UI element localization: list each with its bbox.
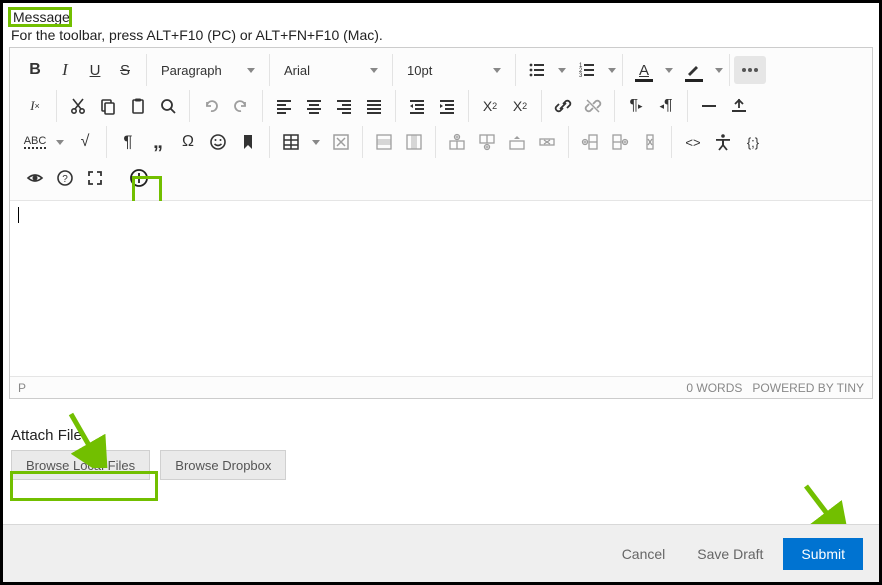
table-row-button[interactable] xyxy=(369,128,399,156)
delete-table-button[interactable] xyxy=(326,128,356,156)
spellcheck-caret[interactable] xyxy=(56,140,64,145)
help-button[interactable]: ? xyxy=(50,164,80,192)
undo-button[interactable] xyxy=(196,92,226,120)
outdent-button[interactable] xyxy=(402,92,432,120)
align-left-button[interactable] xyxy=(269,92,299,120)
font-size-select[interactable]: 10pt xyxy=(399,56,509,84)
text-color-button[interactable]: A xyxy=(629,56,659,84)
table-caret[interactable] xyxy=(312,140,320,145)
highlight-color-button[interactable] xyxy=(679,56,709,84)
bullet-list-caret[interactable] xyxy=(558,68,566,73)
indent-button[interactable] xyxy=(432,92,462,120)
blockquote-button[interactable]: „ xyxy=(143,128,173,156)
text-cursor xyxy=(18,207,19,223)
redo-button[interactable] xyxy=(226,92,256,120)
insert-row-above-button[interactable] xyxy=(442,128,472,156)
paragraph-select[interactable]: Paragraph xyxy=(153,56,263,84)
word-count: 0 WORDS xyxy=(686,381,742,395)
spellcheck-button[interactable]: ABC xyxy=(20,128,50,156)
insert-row-below-button[interactable] xyxy=(472,128,502,156)
align-right-button[interactable] xyxy=(329,92,359,120)
toolbar-hint: For the toolbar, press ALT+F10 (PC) or A… xyxy=(3,25,879,47)
subscript-button[interactable]: X2 xyxy=(505,92,535,120)
font-family-label: Arial xyxy=(284,63,310,78)
browse-local-files-button[interactable]: Browse Local Files xyxy=(11,450,150,480)
align-justify-button[interactable] xyxy=(359,92,389,120)
text-color-caret[interactable] xyxy=(665,68,673,73)
formula-button[interactable]: √ xyxy=(70,128,100,156)
strikethrough-button[interactable]: S xyxy=(110,56,140,84)
highlight-color-caret[interactable] xyxy=(715,68,723,73)
add-content-button[interactable] xyxy=(124,164,154,192)
hr-button[interactable] xyxy=(694,92,724,120)
italic-button[interactable]: I xyxy=(50,56,80,84)
editor-textarea[interactable] xyxy=(10,201,872,376)
preview-button[interactable] xyxy=(20,164,50,192)
element-path: P xyxy=(18,381,26,395)
code-block-button[interactable]: {;} xyxy=(738,128,768,156)
insert-col-left-button[interactable] xyxy=(575,128,605,156)
emoji-button[interactable] xyxy=(203,128,233,156)
number-list-button[interactable]: 123 xyxy=(572,56,602,84)
clear-format-button[interactable]: I× xyxy=(20,92,50,120)
find-button[interactable] xyxy=(153,92,183,120)
bookmark-button[interactable] xyxy=(233,128,263,156)
unlink-button[interactable] xyxy=(578,92,608,120)
superscript-button[interactable]: X2 xyxy=(475,92,505,120)
code-button[interactable]: <> xyxy=(678,128,708,156)
fullscreen-button[interactable] xyxy=(80,164,110,192)
align-center-button[interactable] xyxy=(299,92,329,120)
cancel-button[interactable]: Cancel xyxy=(610,538,678,570)
delete-col-button[interactable] xyxy=(635,128,665,156)
paste-button[interactable] xyxy=(123,92,153,120)
more-button[interactable] xyxy=(734,56,766,84)
copy-button[interactable] xyxy=(93,92,123,120)
powered-by: POWERED BY TINY xyxy=(752,381,864,395)
message-label: Message xyxy=(9,7,74,27)
table-col-button[interactable] xyxy=(399,128,429,156)
insert-col-right-button[interactable] xyxy=(605,128,635,156)
bold-button[interactable]: B xyxy=(20,56,50,84)
number-list-caret[interactable] xyxy=(608,68,616,73)
attach-file-label: Attach File xyxy=(11,427,871,444)
browse-dropbox-button[interactable]: Browse Dropbox xyxy=(160,450,286,480)
submit-button[interactable]: Submit xyxy=(783,538,863,570)
bullet-list-button[interactable] xyxy=(522,56,552,84)
ltr-button[interactable]: ¶▸ xyxy=(621,92,651,120)
cut-button[interactable] xyxy=(63,92,93,120)
svg-text:3: 3 xyxy=(579,73,583,79)
link-button[interactable] xyxy=(548,92,578,120)
special-char-button[interactable]: Ω xyxy=(173,128,203,156)
table-button[interactable] xyxy=(276,128,306,156)
insert-file-button[interactable] xyxy=(724,92,754,120)
font-size-label: 10pt xyxy=(407,63,432,78)
accessibility-button[interactable] xyxy=(708,128,738,156)
save-draft-button[interactable]: Save Draft xyxy=(685,538,775,570)
footer-bar: Cancel Save Draft Submit xyxy=(3,524,879,582)
svg-text:?: ? xyxy=(62,174,68,185)
rich-text-editor: B I U S Paragraph Arial 1 xyxy=(9,47,873,399)
move-row-up-button[interactable] xyxy=(502,128,532,156)
paragraph-select-label: Paragraph xyxy=(161,63,222,78)
rtl-button[interactable]: ◂¶ xyxy=(651,92,681,120)
editor-statusbar: P 0 WORDS POWERED BY TINY xyxy=(10,376,872,398)
delete-row-button[interactable] xyxy=(532,128,562,156)
paragraph-mark-button[interactable]: ¶ xyxy=(113,128,143,156)
underline-button[interactable]: U xyxy=(80,56,110,84)
font-family-select[interactable]: Arial xyxy=(276,56,386,84)
